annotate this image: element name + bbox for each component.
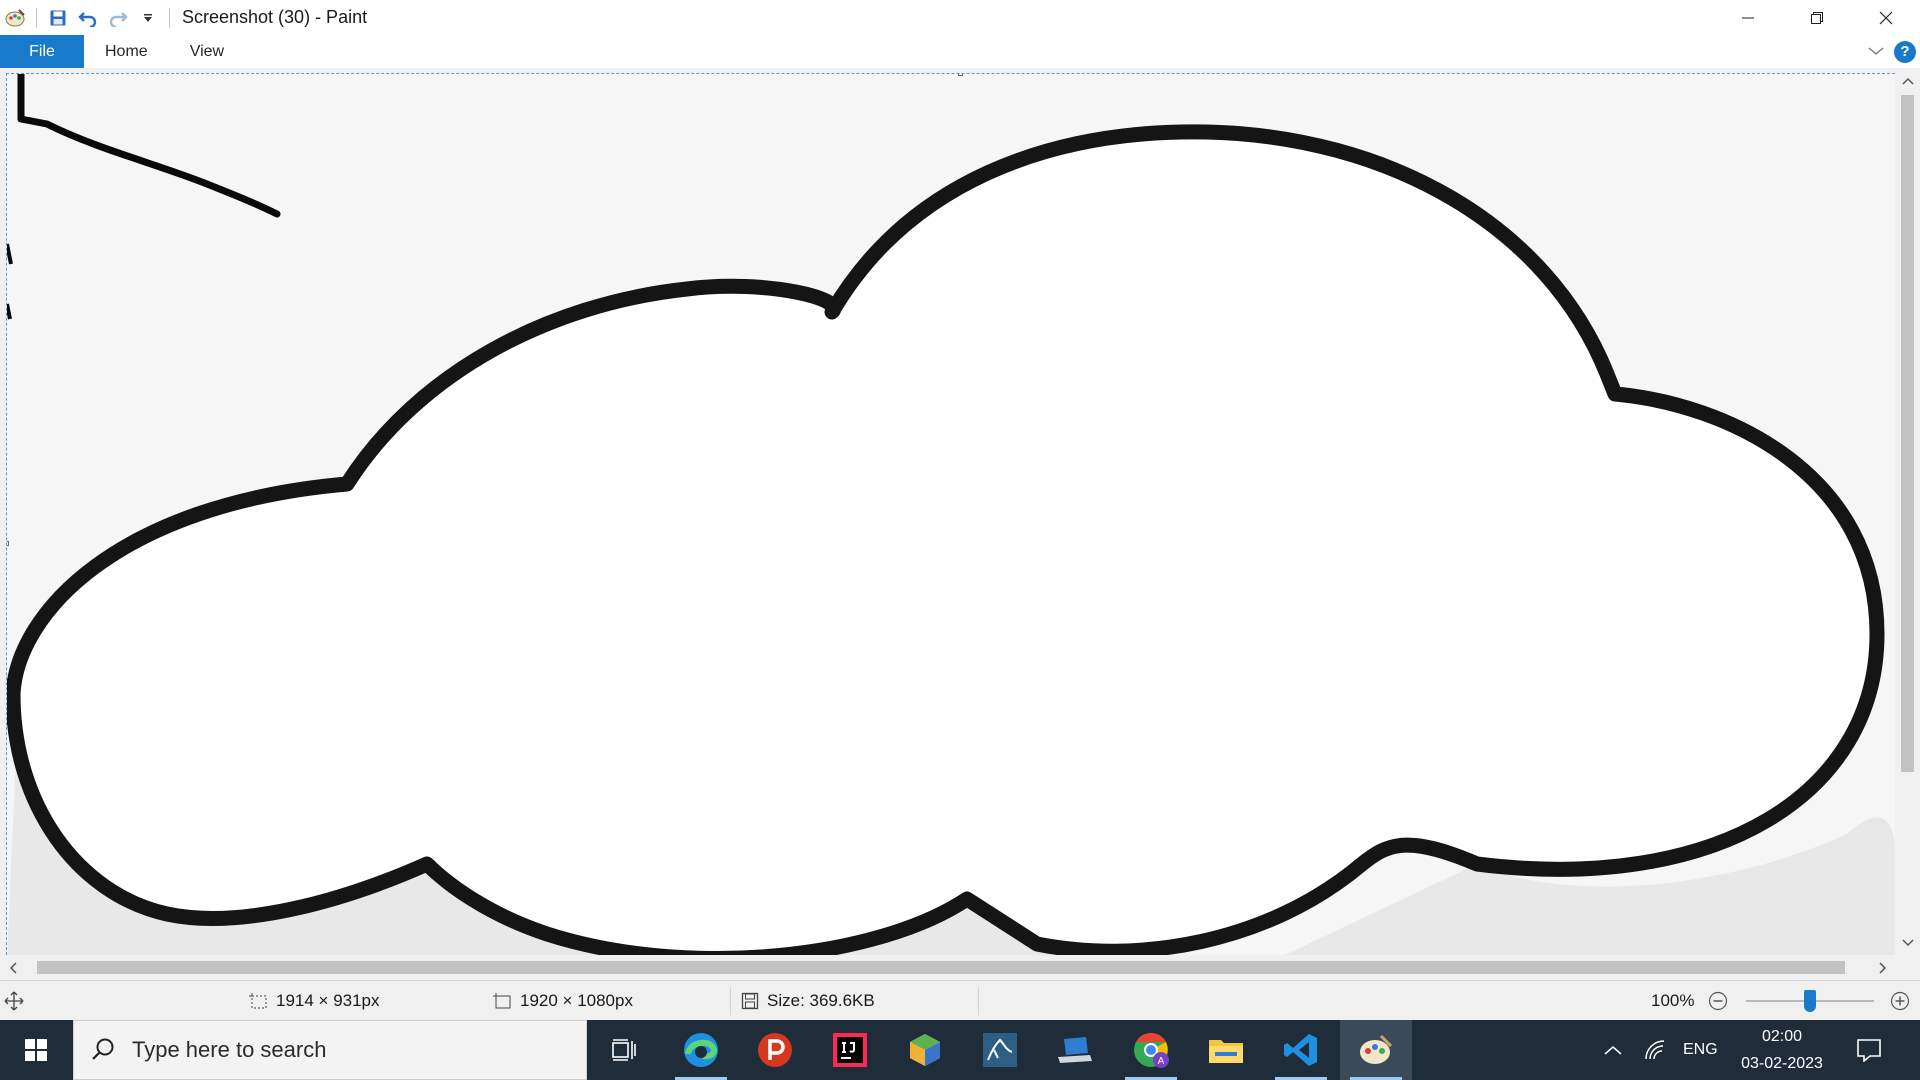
scroll-up-arrow-icon[interactable] <box>1895 68 1920 93</box>
resize-handle-top[interactable] <box>958 74 963 76</box>
taskbar-app-p[interactable] <box>739 1020 811 1080</box>
zoom-in-icon[interactable] <box>1890 981 1910 1021</box>
zoom-slider-thumb[interactable] <box>1804 990 1816 1012</box>
scroll-down-arrow-icon[interactable] <box>1895 930 1920 955</box>
horizontal-scrollbar[interactable] <box>0 955 1895 980</box>
window-title: Screenshot (30) - Paint <box>182 7 368 27</box>
drawing-canvas[interactable] <box>6 73 1895 955</box>
redo-icon[interactable] <box>103 0 133 35</box>
action-center-button[interactable] <box>1856 1020 1882 1080</box>
scroll-left-arrow-icon[interactable] <box>0 955 25 980</box>
customize-toolbar-dropdown-icon[interactable] <box>133 0 163 35</box>
taskbar-app-vscode[interactable] <box>1265 1020 1337 1080</box>
move-cursor-icon <box>4 981 24 1021</box>
canvas-drawing <box>7 74 1895 955</box>
image-size-icon <box>493 993 511 1009</box>
zoom-group: 100% <box>1651 981 1694 1021</box>
taskbar: Type here to search A ENG 02:00 03-02-20… <box>0 1020 1920 1080</box>
taskbar-app-paint[interactable] <box>1340 1020 1412 1080</box>
status-bar: 1914 × 931px 1920 × 1080px Size: 369.6KB… <box>0 980 1920 1020</box>
title-bar: Screenshot (30) - Paint <box>0 0 1920 35</box>
resize-handle-left[interactable] <box>7 541 9 546</box>
horizontal-scroll-thumb[interactable] <box>37 961 1845 974</box>
collapse-ribbon-icon[interactable] <box>1868 43 1884 61</box>
selection-size-icon <box>249 993 267 1009</box>
ribbon-tabs: File Home View ? <box>0 35 1920 68</box>
tab-view[interactable]: View <box>169 35 245 68</box>
undo-icon[interactable] <box>73 0 103 35</box>
windows-logo-icon <box>25 1039 47 1061</box>
laptop-app-icon <box>1058 1037 1092 1063</box>
clock-date: 03-02-2023 <box>1741 1055 1823 1072</box>
disk-icon <box>741 992 759 1010</box>
close-button[interactable] <box>1851 0 1920 35</box>
minimize-button[interactable] <box>1713 0 1782 35</box>
chevron-up-icon <box>1604 1046 1622 1055</box>
help-icon[interactable]: ? <box>1894 40 1916 63</box>
clock-time: 02:00 <box>1761 1028 1803 1045</box>
separator <box>730 987 731 1015</box>
task-view-icon <box>612 1039 636 1061</box>
taskbar-app-mysql[interactable] <box>964 1020 1036 1080</box>
taskbar-app-intellij[interactable] <box>814 1020 886 1080</box>
show-hidden-icons-button[interactable] <box>1604 1020 1622 1080</box>
ribbon-right-controls: ? <box>1868 35 1916 68</box>
vscode-icon <box>1284 1034 1317 1066</box>
zoom-out-icon[interactable] <box>1708 981 1728 1021</box>
canvas-workspace <box>0 68 1920 955</box>
wifi-icon <box>1645 1040 1665 1060</box>
selection-size-value: 1914 × 931px <box>276 991 380 1010</box>
search-placeholder: Type here to search <box>132 1037 327 1062</box>
p-app-icon <box>758 1033 792 1067</box>
scroll-right-arrow-icon[interactable] <box>1870 955 1895 980</box>
taskbar-app-explorer[interactable] <box>1190 1020 1262 1080</box>
tab-file[interactable]: File <box>0 35 84 68</box>
scrollbar-corner <box>1895 955 1920 980</box>
separator <box>169 7 170 28</box>
taskbar-app-laptop[interactable] <box>1039 1020 1111 1080</box>
separator <box>978 987 979 1015</box>
file-explorer-icon <box>1209 1040 1243 1063</box>
taskbar-app-box[interactable] <box>889 1020 961 1080</box>
network-status[interactable] <box>1644 1020 1666 1080</box>
intellij-icon <box>833 1033 867 1067</box>
file-size-group: Size: 369.6KB <box>741 981 875 1021</box>
restore-button[interactable] <box>1782 0 1851 35</box>
file-size-value: Size: 369.6KB <box>767 991 875 1010</box>
svg-text:A: A <box>1158 1056 1165 1067</box>
task-view-button[interactable] <box>588 1020 660 1080</box>
taskbar-app-edge[interactable] <box>665 1020 737 1080</box>
taskbar-clock[interactable]: 02:00 03-02-2023 <box>1728 1020 1836 1080</box>
taskbar-search-box[interactable]: Type here to search <box>73 1020 587 1080</box>
quick-access-toolbar <box>0 0 176 35</box>
taskbar-app-chrome[interactable]: A <box>1115 1020 1187 1080</box>
zoom-level: 100% <box>1651 991 1695 1010</box>
window-controls <box>1713 0 1920 35</box>
input-language[interactable]: ENG <box>1683 1020 1718 1080</box>
start-button[interactable] <box>0 1020 72 1080</box>
box-app-icon <box>910 1034 940 1066</box>
paint-app-icon[interactable] <box>0 0 30 35</box>
separator <box>36 7 37 28</box>
paint-icon <box>1360 1034 1393 1064</box>
search-icon <box>92 1038 114 1060</box>
selection-size-group: 1914 × 931px <box>248 981 380 1021</box>
mysql-workbench-icon <box>983 1033 1017 1067</box>
image-size-value: 1920 × 1080px <box>520 991 633 1010</box>
vertical-scrollbar[interactable] <box>1895 68 1920 955</box>
chrome-icon: A <box>1134 1033 1169 1068</box>
notifications-icon <box>1857 1039 1881 1062</box>
tab-home[interactable]: Home <box>84 35 169 68</box>
vertical-scroll-thumb[interactable] <box>1901 95 1914 772</box>
save-icon[interactable] <box>43 0 73 35</box>
image-size-group: 1920 × 1080px <box>492 981 633 1021</box>
edge-icon <box>684 1033 718 1067</box>
